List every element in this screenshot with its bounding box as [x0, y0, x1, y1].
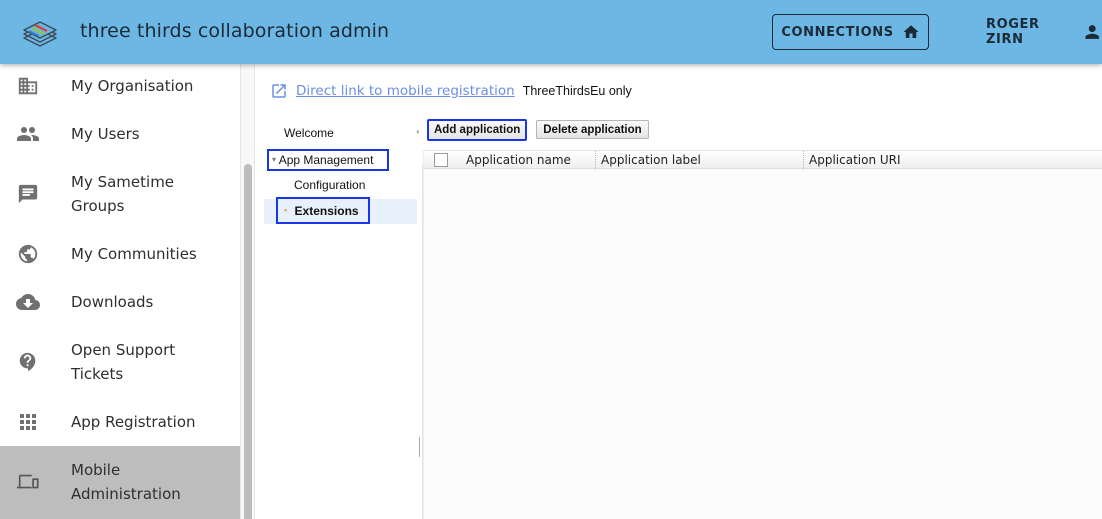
tree-item-welcome[interactable]: Welcome [284, 126, 334, 140]
tree-expander-icon[interactable]: ▾ [272, 155, 276, 164]
sidebar-item-label: Mobile Administration [71, 461, 181, 503]
main-content: Direct link to mobile registration Three… [256, 64, 1102, 519]
sidebar-scrollbar-thumb[interactable] [244, 164, 252, 519]
add-application-button[interactable]: Add application [427, 118, 528, 141]
sidebar-item-label: Downloads [71, 293, 154, 311]
user-name: ROGER ZIRN [986, 17, 1040, 47]
grid-header: Application name Application label Appli… [424, 150, 1102, 170]
sidebar-item-my-users[interactable]: My Users [0, 122, 240, 146]
splitter-collapse-icon[interactable]: ◐ [416, 127, 421, 136]
user-menu-button[interactable]: ROGER ZIRN [986, 17, 1102, 47]
app-bar: three thirds collaboration admin CONNECT… [0, 0, 1102, 64]
grid-toolbar: Add application Delete application [427, 118, 649, 141]
direct-link-note: ThreeThirdsEu only [522, 84, 632, 98]
sidebar-item-app-registration[interactable]: App Registration [0, 410, 240, 434]
select-all-checkbox[interactable] [434, 153, 448, 167]
connections-label: CONNECTIONS [781, 24, 894, 40]
tree-item-configuration[interactable]: Configuration [294, 178, 365, 192]
globe-icon [16, 242, 40, 266]
column-header-application-name[interactable]: Application name [461, 151, 595, 170]
help-icon [16, 350, 40, 374]
sidebar-item-mobile-administration[interactable]: Mobile Administration [0, 446, 240, 519]
home-icon [903, 25, 919, 38]
sidebar-item-open-support-tickets[interactable]: Open Support Tickets [0, 338, 240, 386]
cloud-download-icon [16, 290, 40, 314]
sidebar-item-label: App Registration [71, 413, 196, 431]
tree-item-label: Configuration [294, 178, 366, 192]
tree-bullet-icon: ▪ [284, 205, 288, 215]
tree-item-label: App Management [278, 153, 374, 167]
sidebar-item-downloads[interactable]: Downloads [0, 290, 240, 314]
applications-grid: Application name Application label Appli… [423, 150, 1102, 519]
people-icon [16, 122, 40, 146]
person-icon [1084, 25, 1099, 39]
direct-link-row: Direct link to mobile registration Three… [270, 82, 632, 100]
tree-item-app-management[interactable]: ▾ App Management [267, 149, 389, 171]
open-in-new-icon[interactable] [270, 82, 288, 100]
sidebar-nav: My Organisation My Users My Sametime Gro… [0, 64, 240, 519]
layers-stack-logo [23, 21, 57, 47]
sidebar-item-my-sametime-groups[interactable]: My Sametime Groups [0, 170, 240, 218]
column-header-application-uri[interactable]: Application URI [803, 151, 1102, 170]
sidebar-item-label: Open Support Tickets [71, 341, 176, 383]
tree-item-extensions[interactable]: ▪ Extensions [276, 197, 370, 224]
app-title: three thirds collaboration admin [80, 20, 390, 42]
delete-application-button[interactable]: Delete application [536, 120, 649, 139]
splitter-grip-handle[interactable] [419, 437, 420, 457]
tree-item-label: Extensions [294, 204, 359, 218]
tree-item-label: Welcome [284, 126, 334, 140]
connections-button[interactable]: CONNECTIONS [772, 14, 929, 50]
direct-link-mobile-registration[interactable]: Direct link to mobile registration [296, 83, 515, 99]
devices-icon [16, 470, 40, 494]
building-icon [16, 74, 40, 98]
sidebar-item-label: My Communities [71, 245, 197, 263]
sidebar-item-label: My Users [71, 125, 140, 143]
column-header-application-label[interactable]: Application label [595, 151, 803, 170]
sidebar-item-label: My Organisation [71, 77, 194, 95]
sidebar-item-my-communities[interactable]: My Communities [0, 242, 240, 266]
sidebar-item-label: My Sametime Groups [71, 173, 175, 215]
sidebar-item-my-organisation[interactable]: My Organisation [0, 74, 240, 98]
apps-grid-icon [16, 410, 40, 434]
chat-icon [16, 182, 40, 206]
